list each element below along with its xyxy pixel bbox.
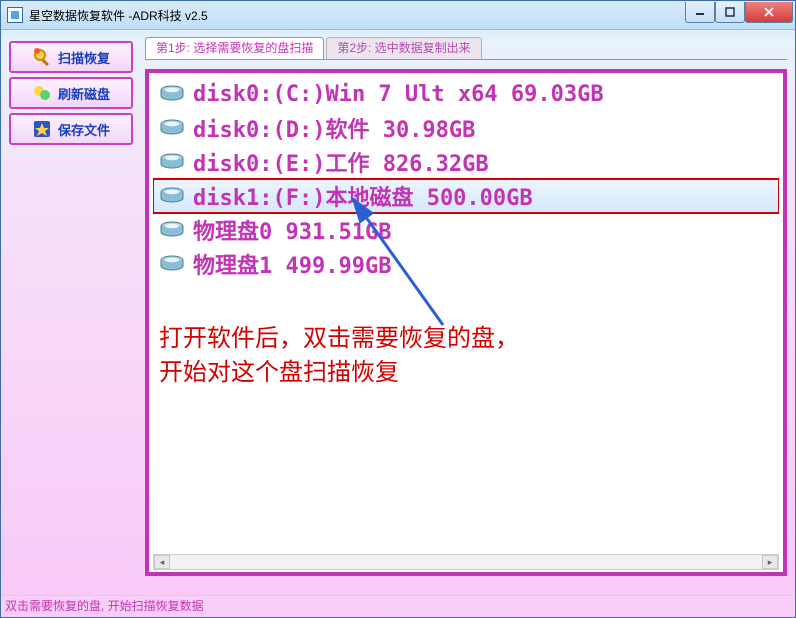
disk-row-text: disk0:(C:)Win 7 Ult x64 69.03GB bbox=[193, 82, 604, 107]
status-bar: 双击需要恢复的盘, 开始扫描恢复数据 bbox=[1, 595, 795, 617]
title-bar: 星空数据恢复软件 -ADR科技 v2.5 bbox=[1, 1, 795, 30]
disk-row-text: 物理盘0 931.51GB bbox=[193, 214, 391, 246]
drive-icon bbox=[159, 119, 185, 137]
disk-row[interactable]: disk0:(E:)工作 826.32GB bbox=[153, 145, 779, 179]
sidebar: 扫描恢复 刷新磁盘 保存文件 bbox=[9, 41, 133, 149]
refresh-disks-button[interactable]: 刷新磁盘 bbox=[9, 77, 133, 109]
disk-row[interactable]: disk0:(C:)Win 7 Ult x64 69.03GB bbox=[153, 77, 779, 111]
annotation-line1: 打开软件后，双击需要恢复的盘， bbox=[159, 322, 773, 356]
disk-row-text: disk0:(D:)软件 30.98GB bbox=[193, 112, 475, 144]
save-files-button[interactable]: 保存文件 bbox=[9, 113, 133, 145]
magnifier-icon bbox=[32, 47, 52, 67]
app-window: 星空数据恢复软件 -ADR科技 v2.5 扫描恢复 bbox=[0, 0, 796, 618]
close-icon bbox=[763, 7, 775, 17]
disk-list-panel: disk0:(C:)Win 7 Ult x64 69.03GB disk0:(D:… bbox=[145, 69, 787, 576]
disk-row[interactable]: disk1:(F:)本地磁盘 500.00GB bbox=[153, 179, 779, 213]
horizontal-scrollbar[interactable]: ◂ ▸ bbox=[153, 554, 779, 570]
drive-icon bbox=[159, 255, 185, 273]
scroll-track[interactable] bbox=[170, 555, 762, 569]
window-buttons bbox=[685, 2, 793, 22]
scroll-left-button[interactable]: ◂ bbox=[154, 555, 170, 569]
disk-row[interactable]: 物理盘0 931.51GB bbox=[153, 213, 779, 247]
app-icon bbox=[7, 7, 23, 23]
disk-row-text: disk0:(E:)工作 826.32GB bbox=[193, 146, 489, 178]
tab-step2[interactable]: 第2步: 选中数据复制出来 bbox=[326, 37, 481, 59]
window-title: 星空数据恢复软件 -ADR科技 v2.5 bbox=[29, 7, 685, 24]
scan-recover-button[interactable]: 扫描恢复 bbox=[9, 41, 133, 73]
maximize-button[interactable] bbox=[715, 2, 745, 23]
refresh-disks-label: 刷新磁盘 bbox=[58, 84, 110, 103]
drive-icon bbox=[159, 85, 185, 103]
close-button[interactable] bbox=[745, 2, 793, 23]
drive-icon bbox=[159, 221, 185, 239]
step-tabs: 第1步: 选择需要恢复的盘扫描 第2步: 选中数据复制出来 bbox=[145, 37, 787, 60]
maximize-icon bbox=[725, 7, 735, 17]
tab-step1[interactable]: 第1步: 选择需要恢复的盘扫描 bbox=[145, 37, 324, 59]
disk-row-text: 物理盘1 499.99GB bbox=[193, 248, 391, 280]
drive-icon bbox=[159, 187, 185, 205]
scan-recover-label: 扫描恢复 bbox=[58, 48, 110, 67]
minimize-button[interactable] bbox=[685, 2, 715, 23]
minimize-icon bbox=[695, 7, 705, 17]
refresh-icon bbox=[32, 83, 52, 103]
annotation-line2: 开始对这个盘扫描恢复 bbox=[159, 356, 773, 390]
disk-row-text: disk1:(F:)本地磁盘 500.00GB bbox=[193, 180, 533, 212]
disk-row[interactable]: 物理盘1 499.99GB bbox=[153, 247, 779, 281]
save-files-label: 保存文件 bbox=[58, 120, 110, 139]
disk-row[interactable]: disk0:(D:)软件 30.98GB bbox=[153, 111, 779, 145]
scroll-right-button[interactable]: ▸ bbox=[762, 555, 778, 569]
disk-list: disk0:(C:)Win 7 Ult x64 69.03GB disk0:(D:… bbox=[153, 77, 779, 552]
instruction-annotation: 打开软件后，双击需要恢复的盘， 开始对这个盘扫描恢复 bbox=[159, 322, 773, 390]
save-icon bbox=[32, 119, 52, 139]
drive-icon bbox=[159, 153, 185, 171]
